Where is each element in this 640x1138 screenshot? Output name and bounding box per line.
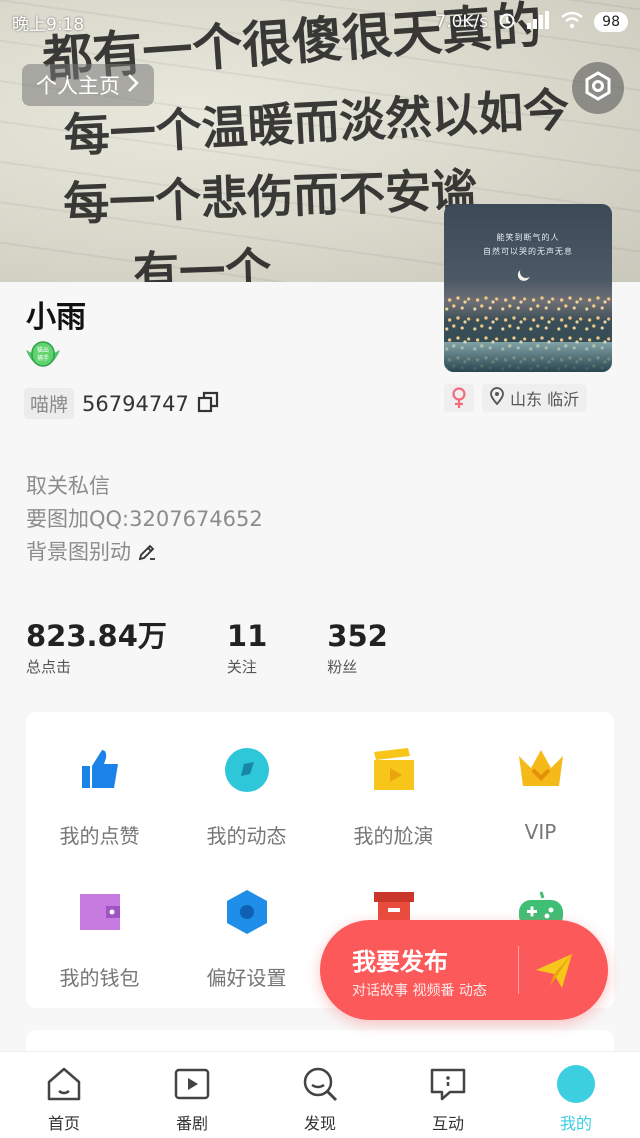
bio-line: 取关私信	[26, 474, 110, 498]
thumbs-up-icon	[76, 746, 124, 794]
wifi-icon	[560, 11, 584, 34]
stat-value: 352	[327, 619, 388, 653]
profile-screen: 都有一个很傻很天真的 每一个温暖而淡然以如今 每一个悲伤而不安谧 有一个 晚上9…	[0, 0, 640, 1138]
female-icon	[444, 384, 474, 412]
status-bar: 晚上9:18 7.0K/s 98	[0, 0, 640, 44]
crown-icon	[517, 746, 565, 794]
avatar[interactable]: 能笑到断气的人 自然可以哭的无声无息	[444, 204, 612, 372]
menu-my-acting[interactable]: 我的尬演	[320, 746, 467, 849]
stat-total-clicks[interactable]: 823.84万 总点击	[26, 618, 167, 677]
copy-icon[interactable]	[197, 391, 219, 417]
achievement-badge-icon[interactable]: 猫出 捕手	[24, 340, 62, 370]
stat-value: 11	[226, 619, 268, 653]
chevron-right-icon	[126, 72, 140, 99]
net-speed: 7.0K/s	[435, 12, 489, 32]
publish-title: 我要发布	[352, 948, 448, 976]
publish-divider	[518, 946, 519, 994]
menu-label: 我的动态	[206, 824, 287, 848]
tab-series[interactable]: 番剧	[128, 1052, 256, 1138]
tab-label: 互动	[431, 1114, 464, 1133]
settings-button[interactable]	[572, 62, 624, 114]
user-id-row: 喵牌 56794747	[24, 388, 219, 419]
svg-text:捕手: 捕手	[37, 354, 49, 362]
stat-following[interactable]: 11 关注	[227, 618, 267, 677]
avatar-caption: 能笑到断气的人	[496, 233, 560, 242]
bio-line: 背景图别动	[26, 540, 131, 564]
alarm-icon	[498, 11, 516, 34]
user-name: 小雨	[26, 300, 86, 335]
signal-icon	[526, 10, 550, 34]
personal-homepage-label: 个人主页	[36, 74, 120, 98]
tab-home[interactable]: 首页	[0, 1052, 128, 1138]
clapperboard-icon	[370, 746, 418, 794]
menu-my-wallet[interactable]: 我的钱包	[26, 888, 173, 991]
avatar-caption: 自然可以哭的无声无息	[483, 247, 573, 256]
search-icon	[300, 1064, 340, 1104]
stats-row: 823.84万 总点击 11 关注 352 粉丝	[26, 618, 448, 677]
hexagon-settings-icon	[583, 71, 613, 105]
menu-label: 我的点赞	[59, 824, 140, 848]
menu-my-likes[interactable]: 我的点赞	[26, 746, 173, 849]
battery-indicator: 98	[594, 12, 628, 32]
play-icon	[172, 1064, 212, 1104]
tab-label: 首页	[47, 1114, 80, 1133]
stat-label: 总点击	[26, 658, 72, 676]
id-tag: 喵牌	[24, 388, 75, 419]
menu-label: 我的钱包	[59, 966, 140, 990]
menu-my-posts[interactable]: 我的动态	[173, 746, 320, 849]
stat-label: 粉丝	[327, 658, 358, 676]
svg-text:猫出: 猫出	[37, 346, 49, 354]
bio-line: 要图加QQ:3207674652	[26, 507, 263, 531]
stat-value: 823.84万	[26, 619, 167, 653]
tab-mine[interactable]: 我的	[512, 1052, 640, 1138]
wallet-icon	[76, 888, 124, 936]
compass-icon	[223, 746, 271, 794]
user-id-number: 56794747	[82, 391, 189, 416]
profile-icon	[556, 1064, 596, 1104]
menu-label: 偏好设置	[206, 966, 287, 990]
tab-label: 番剧	[175, 1114, 208, 1133]
bio-line-with-edit: 背景图别动	[26, 536, 263, 572]
tab-label: 我的	[559, 1114, 592, 1133]
hexagon-settings-icon	[223, 888, 271, 936]
menu-label: VIP	[524, 820, 557, 844]
bottom-tab-bar: 首页 番剧 发现 互动 我的	[0, 1052, 640, 1138]
stat-label: 关注	[226, 658, 257, 676]
moon-icon	[518, 264, 533, 279]
personal-homepage-button[interactable]: 个人主页	[22, 64, 154, 106]
location-text: 山东 临沂	[510, 390, 580, 409]
publish-button[interactable]: 我要发布 对话故事 视频番 动态	[320, 920, 608, 1020]
paper-plane-icon	[534, 950, 574, 990]
home-icon	[44, 1064, 84, 1104]
stat-fans[interactable]: 352 粉丝	[327, 618, 388, 677]
location-tag: 山东 临沂	[482, 384, 588, 412]
menu-label: 我的尬演	[353, 824, 434, 848]
cover-text-line: 每一个悲伤而不安谧	[62, 162, 478, 231]
tab-interact[interactable]: 互动	[384, 1052, 512, 1138]
location-pin-icon	[490, 387, 504, 409]
user-tags: 山东 临沂	[444, 384, 588, 412]
menu-preferences[interactable]: 偏好设置	[173, 888, 320, 991]
tab-label: 发现	[303, 1114, 336, 1133]
edit-pencil-icon[interactable]	[137, 539, 157, 572]
cover-text-line: 有一个	[132, 242, 273, 282]
user-bio[interactable]: 取关私信 要图加QQ:3207674652 背景图别动	[26, 470, 263, 572]
avatar-wave	[444, 342, 612, 372]
tab-discover[interactable]: 发现	[256, 1052, 384, 1138]
menu-vip[interactable]: VIP	[467, 746, 614, 844]
publish-subtitle: 对话故事 视频番 动态	[352, 983, 487, 999]
status-time: 晚上9:18	[12, 14, 85, 35]
message-icon	[428, 1064, 468, 1104]
